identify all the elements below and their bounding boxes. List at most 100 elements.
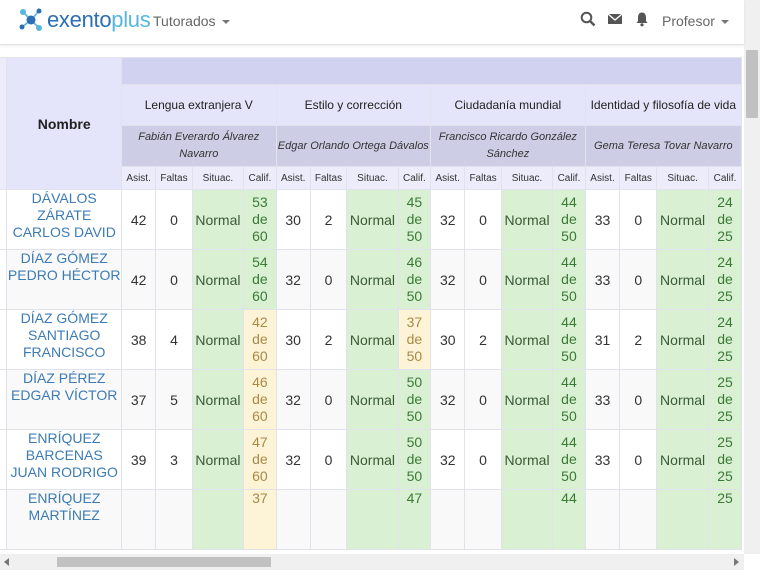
- calificacion-cell[interactable]: 24 de 25: [708, 309, 742, 370]
- calificacion-cell[interactable]: 45 de 50: [397, 189, 432, 250]
- student-name-link[interactable]: DÍAZ GÓMEZ SANTIAGO FRANCISCO: [6, 309, 122, 370]
- column-header-situac[interactable]: Situac.: [346, 166, 399, 190]
- calificacion-cell[interactable]: 46 de 60: [243, 369, 277, 430]
- column-header-calif[interactable]: Calif.: [708, 166, 742, 190]
- horizontal-scrollbar[interactable]: [0, 554, 744, 570]
- calificacion-cell[interactable]: 47 de 60: [243, 429, 277, 490]
- subject-header[interactable]: Estilo y corrección: [275, 84, 432, 126]
- asistencia-cell: 33: [584, 429, 621, 490]
- calificacion-cell[interactable]: 53 de 60: [243, 189, 277, 250]
- scroll-left-arrow-icon[interactable]: [4, 558, 9, 566]
- calificacion-cell[interactable]: 44 de 50: [552, 309, 586, 370]
- subject-header[interactable]: Lengua extranjera V: [120, 84, 277, 126]
- column-header-asist[interactable]: Asist.: [275, 166, 311, 190]
- calificacion-cell[interactable]: 25 de 25: [708, 369, 742, 430]
- calificacion-cell[interactable]: 25 de 25: [708, 429, 742, 490]
- student-name-link[interactable]: ENRÍQUEZ MARTÍNEZ: [6, 489, 122, 550]
- calificacion-cell[interactable]: 25: [708, 489, 742, 550]
- situacion-cell: [191, 489, 245, 550]
- column-header-calif[interactable]: Calif.: [552, 166, 586, 190]
- student-name-link[interactable]: DÍAZ PÉREZ EDGAR VÍCTOR: [6, 369, 122, 430]
- calificacion-cell[interactable]: 24 de 25: [708, 249, 742, 310]
- situacion-cell: Normal: [191, 429, 245, 490]
- caret-down-icon: [720, 20, 729, 25]
- asistencia-cell: 32: [275, 429, 311, 490]
- student-name-link[interactable]: DÁVALOS ZÁRATE CARLOS DAVID: [6, 189, 122, 250]
- calificacion-cell[interactable]: 46 de 50: [397, 249, 432, 310]
- calificacion-cell[interactable]: 50 de 50: [397, 429, 432, 490]
- scroll-right-arrow-icon[interactable]: [734, 558, 739, 566]
- faltas-cell: [464, 489, 502, 550]
- situacion-cell: Normal: [656, 429, 710, 490]
- asistencia-cell: 42: [120, 189, 157, 250]
- grades-table-body: DÁVALOS ZÁRATE CARLOS DAVID 42 0 Normal 53 d…: [0, 189, 742, 550]
- column-header-calif[interactable]: Calif.: [397, 166, 432, 190]
- situacion-cell: Normal: [656, 369, 710, 430]
- search-icon[interactable]: [580, 11, 596, 27]
- calificacion-cell[interactable]: 37: [243, 489, 277, 550]
- vertical-scroll-thumb[interactable]: [746, 50, 758, 118]
- faltas-cell: 2: [619, 309, 658, 370]
- calificacion-cell[interactable]: 44 de 50: [552, 249, 586, 310]
- profesor-dropdown[interactable]: Profesor: [662, 13, 729, 29]
- row-edge-cell: [0, 489, 8, 550]
- column-header-asist[interactable]: Asist.: [120, 166, 157, 190]
- column-header-situac[interactable]: Situac.: [191, 166, 245, 190]
- situacion-cell: Normal: [656, 189, 710, 250]
- calificacion-cell[interactable]: 37 de 50: [397, 309, 432, 370]
- situacion-cell: Normal: [500, 309, 554, 370]
- column-header-faltas[interactable]: Faltas: [309, 166, 348, 190]
- situacion-cell: Normal: [656, 249, 710, 310]
- asistencia-cell: 32: [430, 369, 466, 430]
- asistencia-cell: [275, 489, 311, 550]
- vertical-scrollbar[interactable]: [744, 0, 760, 554]
- subject-header[interactable]: Ciudadanía mundial: [430, 84, 586, 126]
- situacion-cell: Normal: [656, 309, 710, 370]
- horizontal-scroll-thumb[interactable]: [57, 557, 271, 567]
- faltas-cell: 3: [155, 429, 193, 490]
- column-header-situac[interactable]: Situac.: [656, 166, 710, 190]
- asistencia-cell: 32: [275, 249, 311, 310]
- column-header-situac[interactable]: Situac.: [500, 166, 554, 190]
- calificacion-cell[interactable]: 50 de 50: [397, 369, 432, 430]
- column-header-calif[interactable]: Calif.: [243, 166, 277, 190]
- faltas-cell: 0: [464, 189, 502, 250]
- calificacion-cell[interactable]: 24 de 25: [708, 189, 742, 250]
- envelope-icon[interactable]: [607, 11, 623, 27]
- logo[interactable]: exentoplus: [18, 7, 151, 33]
- asistencia-cell: [584, 489, 621, 550]
- column-header-asist[interactable]: Asist.: [430, 166, 466, 190]
- calificacion-cell[interactable]: 44 de 50: [552, 369, 586, 430]
- caret-down-icon: [221, 20, 230, 25]
- grades-grid[interactable]: Nombre Lengua extranjera V Estilo y corre…: [0, 57, 744, 553]
- tutorados-dropdown[interactable]: Tutorados: [153, 13, 230, 29]
- situacion-cell: Normal: [191, 249, 245, 310]
- column-header-faltas[interactable]: Faltas: [464, 166, 502, 190]
- bell-icon[interactable]: [634, 11, 650, 27]
- column-header-faltas[interactable]: Faltas: [619, 166, 658, 190]
- faltas-cell: 0: [619, 189, 658, 250]
- table-row: DÍAZ GÓMEZ PEDRO HÉCTOR 42 0 Normal 54 de 60…: [0, 249, 742, 310]
- logo-text: exentoplus: [47, 7, 151, 32]
- calificacion-cell[interactable]: 47: [397, 489, 432, 550]
- calificacion-cell[interactable]: 44 de 50: [552, 429, 586, 490]
- top-navbar: exentoplus Tutorados Profesor: [0, 0, 744, 45]
- subject-header[interactable]: Identidad y filosofía de vida: [584, 84, 743, 126]
- calificacion-cell[interactable]: 54 de 60: [243, 249, 277, 310]
- column-header-faltas[interactable]: Faltas: [155, 166, 193, 190]
- student-name-link[interactable]: DÍAZ GÓMEZ PEDRO HÉCTOR: [6, 249, 122, 310]
- faltas-cell: [309, 489, 348, 550]
- situacion-cell: Normal: [346, 249, 399, 310]
- asistencia-cell: 32: [275, 369, 311, 430]
- calificacion-cell[interactable]: 42 de 60: [243, 309, 277, 370]
- student-name-link[interactable]: ENRÍQUEZ BARCENAS JUAN RODRIGO: [6, 429, 122, 490]
- asistencia-cell: [430, 489, 466, 550]
- table-row: DÍAZ PÉREZ EDGAR VÍCTOR 37 5 Normal 46 de 60…: [0, 369, 742, 430]
- calificacion-cell[interactable]: 44: [552, 489, 586, 550]
- calificacion-cell[interactable]: 44 de 50: [552, 189, 586, 250]
- name-column-header[interactable]: Nombre: [6, 57, 122, 190]
- faltas-cell: 0: [155, 189, 193, 250]
- column-header-asist[interactable]: Asist.: [584, 166, 621, 190]
- faltas-cell: 2: [309, 309, 348, 370]
- situacion-cell: [500, 489, 554, 550]
